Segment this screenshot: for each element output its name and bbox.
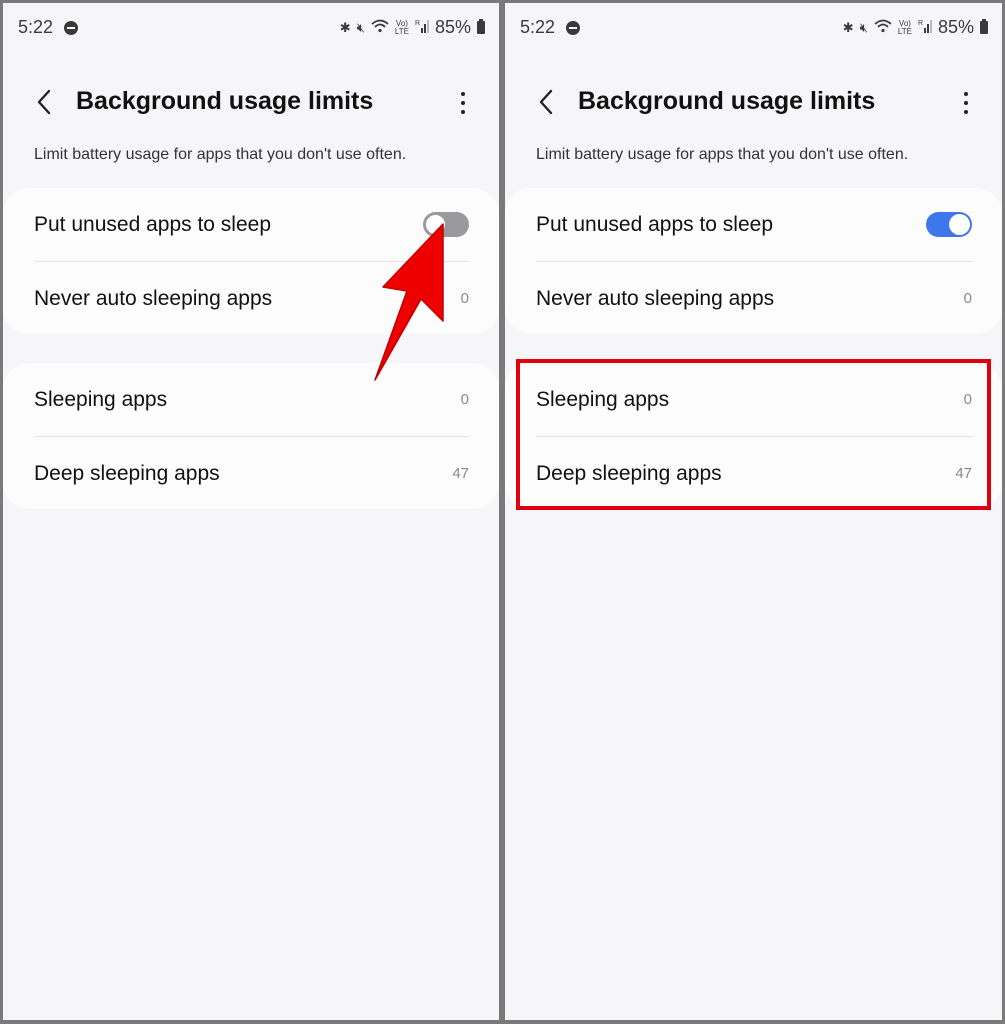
chevron-left-icon [37,89,51,115]
status-time: 5:22 [520,17,556,37]
sleeping-apps-row[interactable]: Sleeping apps 0 [536,363,972,436]
app-count: 0 [963,290,972,307]
app-count: 47 [955,465,972,482]
more-vert-icon [461,92,465,96]
phone-screen-before: 5:22 ✱ 🔇︎ Vo) LTE R 85% Background usage … [3,3,499,1020]
setting-label: Never auto sleeping apps [34,286,273,310]
app-count: 0 [963,391,972,408]
list-label: Deep sleeping apps [536,461,722,485]
chevron-left-icon [539,89,553,115]
signal-icon: R [415,19,429,36]
settings-card: Put unused apps to sleep Never auto slee… [3,188,499,334]
app-count: 0 [460,391,469,408]
app-bar: Background usage limits [505,83,1002,123]
volte-lte-icon: Vo) LTE [897,18,912,36]
setting-label: Put unused apps to sleep [34,212,272,236]
more-options-button[interactable] [457,89,469,117]
phone-screen-after: 5:22 ✱ 🔇︎ Vo) LTE R 85% Background usage … [505,3,1002,1020]
do-not-disturb-icon [64,21,78,35]
never-auto-sleeping-apps-row[interactable]: Never auto sleeping apps 0 [536,262,972,335]
sleep-toggle-switch[interactable] [926,212,972,237]
do-not-disturb-icon [566,21,580,35]
sleep-toggle-switch[interactable] [423,212,469,237]
status-bar: 5:22 ✱ 🔇︎ Vo) LTE R 85% [3,17,499,43]
page-title: Background usage limits [578,87,876,115]
sleeping-apps-row[interactable]: Sleeping apps 0 [34,363,469,436]
more-options-button[interactable] [960,89,972,117]
put-unused-apps-to-sleep-row[interactable]: Put unused apps to sleep [536,188,972,261]
app-lists-card: Sleeping apps 0 Deep sleeping apps 47 [3,363,499,509]
svg-text:R: R [918,20,923,27]
system-icons: ✱ 🔇︎ Vo) LTE R 85% [843,17,988,38]
wifi-icon [371,19,389,36]
put-unused-apps-to-sleep-row[interactable]: Put unused apps to sleep [34,188,469,261]
list-label: Deep sleeping apps [34,461,220,485]
setting-label: Put unused apps to sleep [536,212,774,236]
app-bar: Background usage limits [3,83,499,123]
app-lists-card: Sleeping apps 0 Deep sleeping apps 47 [505,363,1002,509]
app-count: 47 [452,465,469,482]
app-count: 0 [460,290,469,307]
battery-icon [980,19,988,34]
list-label: Sleeping apps [536,387,670,411]
mute-icon: 🔇︎ [859,19,868,35]
setting-label: Never auto sleeping apps [536,286,775,310]
mute-icon: 🔇︎ [356,19,365,35]
page-title: Background usage limits [76,87,374,115]
volte-lte-icon: Vo) LTE [394,18,409,36]
list-label: Sleeping apps [34,387,168,411]
signal-icon: R [918,19,932,36]
bluetooth-icon: ✱ [842,19,854,35]
battery-percent: 85% [434,17,471,37]
deep-sleeping-apps-row[interactable]: Deep sleeping apps 47 [34,437,469,510]
system-icons: ✱ 🔇︎ Vo) LTE R 85% [340,17,485,38]
back-button[interactable] [535,87,557,117]
wifi-icon [874,19,892,36]
status-time: 5:22 [18,17,54,37]
settings-card: Put unused apps to sleep Never auto slee… [505,188,1002,334]
bluetooth-icon: ✱ [339,19,351,35]
page-description: Limit battery usage for apps that you do… [536,146,909,163]
battery-icon [477,19,485,34]
back-button[interactable] [33,87,55,117]
svg-text:R: R [415,20,420,27]
more-vert-icon [964,92,968,96]
deep-sleeping-apps-row[interactable]: Deep sleeping apps 47 [536,437,972,510]
page-description: Limit battery usage for apps that you do… [34,146,407,163]
battery-percent: 85% [937,17,974,37]
never-auto-sleeping-apps-row[interactable]: Never auto sleeping apps 0 [34,262,469,335]
status-bar: 5:22 ✱ 🔇︎ Vo) LTE R 85% [505,17,1002,43]
